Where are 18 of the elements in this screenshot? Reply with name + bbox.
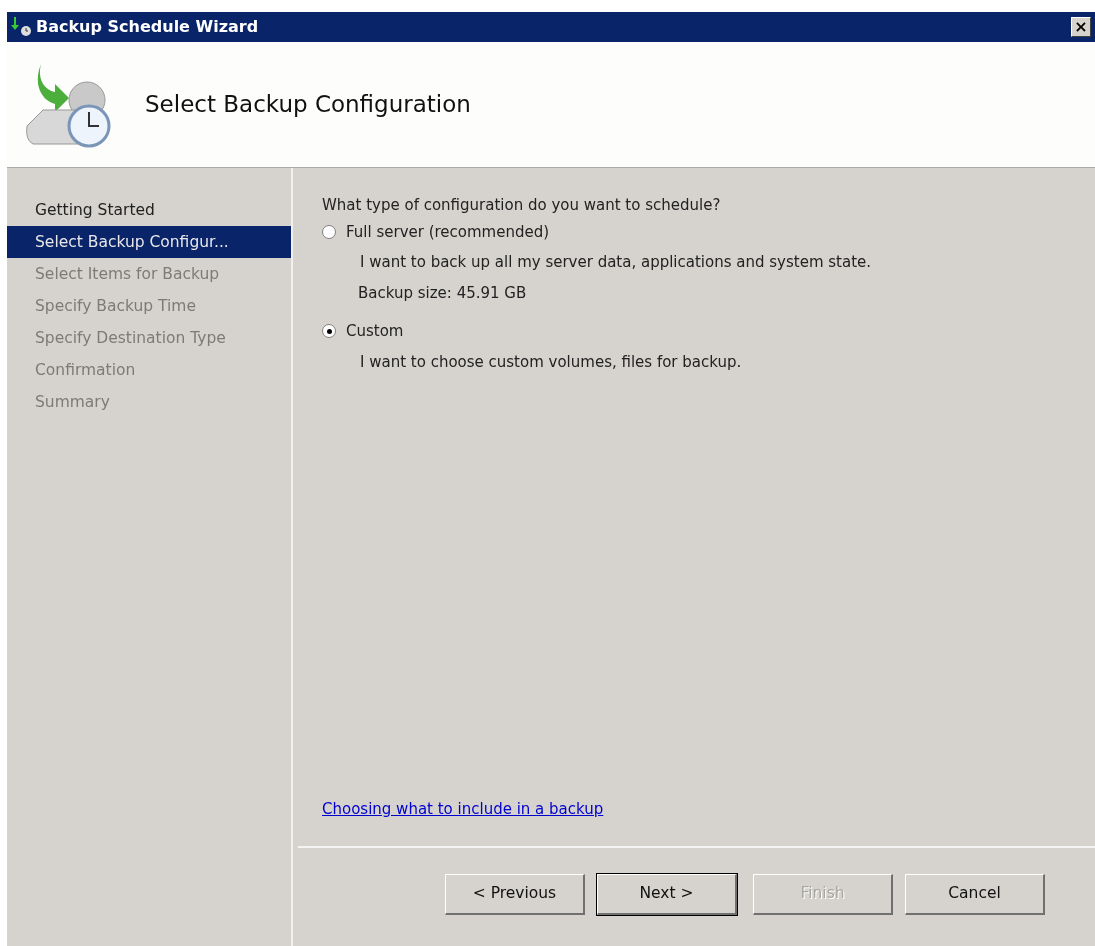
wizard-button[interactable]: Cancel <box>905 873 1045 915</box>
page-heading: Select Backup Configuration <box>145 90 471 120</box>
close-button[interactable]: × <box>1071 17 1091 37</box>
option-description: Backup size: 45.91 GB <box>358 282 528 304</box>
radio-label[interactable]: Custom <box>346 320 404 343</box>
window-title: Backup Schedule Wizard <box>36 16 259 38</box>
radio-button[interactable] <box>322 324 336 339</box>
radio-label[interactable]: Full server (recommended) <box>346 220 550 243</box>
help-link[interactable]: Choosing what to include in a backup <box>322 797 604 820</box>
radio-button[interactable] <box>322 224 336 239</box>
backup-icon <box>11 17 33 37</box>
wizard-step[interactable]: Getting Started <box>7 194 291 226</box>
option-description: I want to back up all my server data, applications and system state. <box>360 252 873 273</box>
option-description: I want to choose custom volumes, files for backup. <box>360 351 743 373</box>
wizard-button[interactable]: < Previous <box>445 873 585 915</box>
wizard-button[interactable]: Next > <box>597 873 737 915</box>
question-text: What type of configuration do you want to schedule? <box>322 195 722 216</box>
wizard-step[interactable]: Select Backup Configur... <box>7 226 291 258</box>
